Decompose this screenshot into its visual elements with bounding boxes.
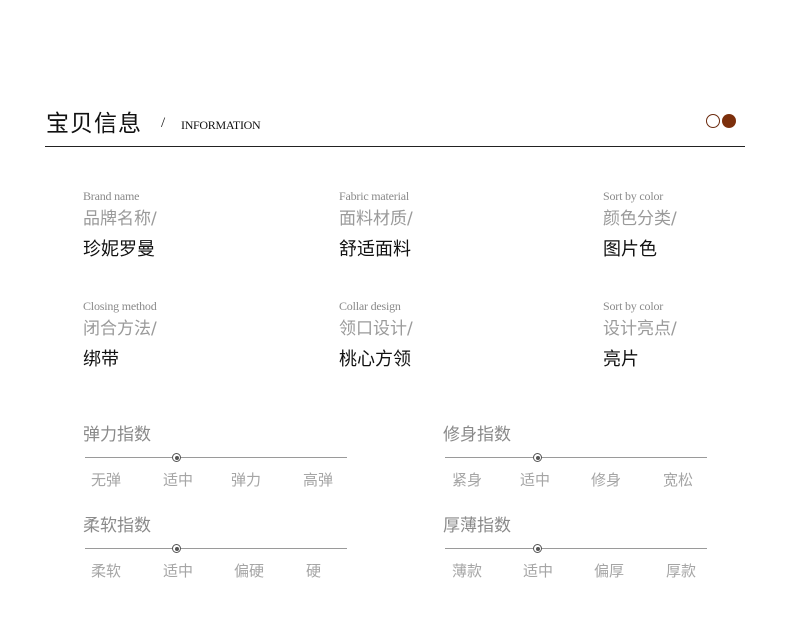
- decorative-dots: [706, 114, 738, 130]
- info-item-highlight: Sort by color 设计亮点/ 亮片: [603, 299, 677, 371]
- scale-softness: 柔软指数 柔软 适中 偏硬 硬: [83, 516, 353, 580]
- scale-title: 弹力指数: [83, 425, 151, 445]
- scale-label: 柔软: [91, 562, 122, 580]
- scale-label: 适中: [520, 471, 551, 489]
- info-label-en: Sort by color: [603, 299, 664, 313]
- scale-label: 适中: [163, 471, 194, 489]
- info-value: 桃心方领: [339, 349, 411, 370]
- scale-track: [445, 457, 707, 458]
- header-title: 宝贝信息: [46, 111, 142, 137]
- header-slash: /: [161, 115, 166, 131]
- scale-thickness: 厚薄指数 薄款 适中 偏厚 厚款: [443, 516, 713, 580]
- info-label-cn: 设计亮点/: [603, 319, 677, 339]
- scale-label: 硬: [306, 562, 322, 580]
- scale-title: 修身指数: [443, 425, 511, 445]
- scale-label: 修身: [591, 471, 622, 489]
- scale-label: 高弹: [303, 471, 334, 489]
- scale-label: 厚款: [666, 562, 697, 580]
- scale-label: 适中: [523, 562, 554, 580]
- scale-fit: 修身指数 紧身 适中 修身 宽松: [443, 425, 713, 489]
- info-label-cn: 领口设计/: [339, 319, 413, 339]
- info-value: 舒适面料: [339, 239, 411, 260]
- scale-track: [85, 548, 347, 549]
- info-item-fabric: Fabric material 面料材质/ 舒适面料: [339, 189, 413, 261]
- info-label-en: Brand name: [83, 189, 140, 203]
- scale-label: 无弹: [91, 471, 122, 489]
- info-label-cn: 闭合方法/: [83, 319, 157, 339]
- scale-track: [445, 548, 707, 549]
- scale-elasticity: 弹力指数 无弹 适中 弹力 高弹: [83, 425, 353, 489]
- info-value: 图片色: [603, 239, 657, 260]
- info-item-brand: Brand name 品牌名称/ 珍妮罗曼: [83, 189, 157, 261]
- scale-label: 薄款: [452, 562, 483, 580]
- info-value: 珍妮罗曼: [83, 239, 155, 260]
- header-divider: [45, 146, 745, 147]
- info-label-en: Sort by color: [603, 189, 664, 203]
- info-value: 绑带: [83, 349, 119, 370]
- scale-track: [85, 457, 347, 458]
- scale-title: 柔软指数: [83, 516, 151, 536]
- scale-label: 宽松: [663, 471, 694, 489]
- scale-label: 紧身: [452, 471, 483, 489]
- scale-label: 偏硬: [234, 562, 265, 580]
- scale-label: 适中: [163, 562, 194, 580]
- info-label-cn: 颜色分类/: [603, 209, 677, 229]
- info-item-closing: Closing method 闭合方法/ 绑带: [83, 299, 157, 371]
- circle-outline-icon: [706, 114, 720, 128]
- scale-marker: [172, 544, 181, 553]
- info-label-cn: 品牌名称/: [83, 209, 157, 229]
- info-label-en: Fabric material: [339, 189, 409, 203]
- info-label-en: Closing method: [83, 299, 157, 313]
- circle-filled-icon: [722, 114, 736, 128]
- scale-label: 弹力: [231, 471, 262, 489]
- scale-marker: [533, 544, 542, 553]
- info-value: 亮片: [603, 349, 639, 370]
- scale-title: 厚薄指数: [443, 516, 511, 536]
- info-item-collar: Collar design 领口设计/ 桃心方领: [339, 299, 413, 371]
- header-subtitle: INFORMATION: [181, 118, 261, 132]
- scale-marker: [172, 453, 181, 462]
- info-label-en: Collar design: [339, 299, 401, 313]
- info-label-cn: 面料材质/: [339, 209, 413, 229]
- scale-marker: [533, 453, 542, 462]
- info-item-color: Sort by color 颜色分类/ 图片色: [603, 189, 677, 261]
- scale-label: 偏厚: [594, 562, 625, 580]
